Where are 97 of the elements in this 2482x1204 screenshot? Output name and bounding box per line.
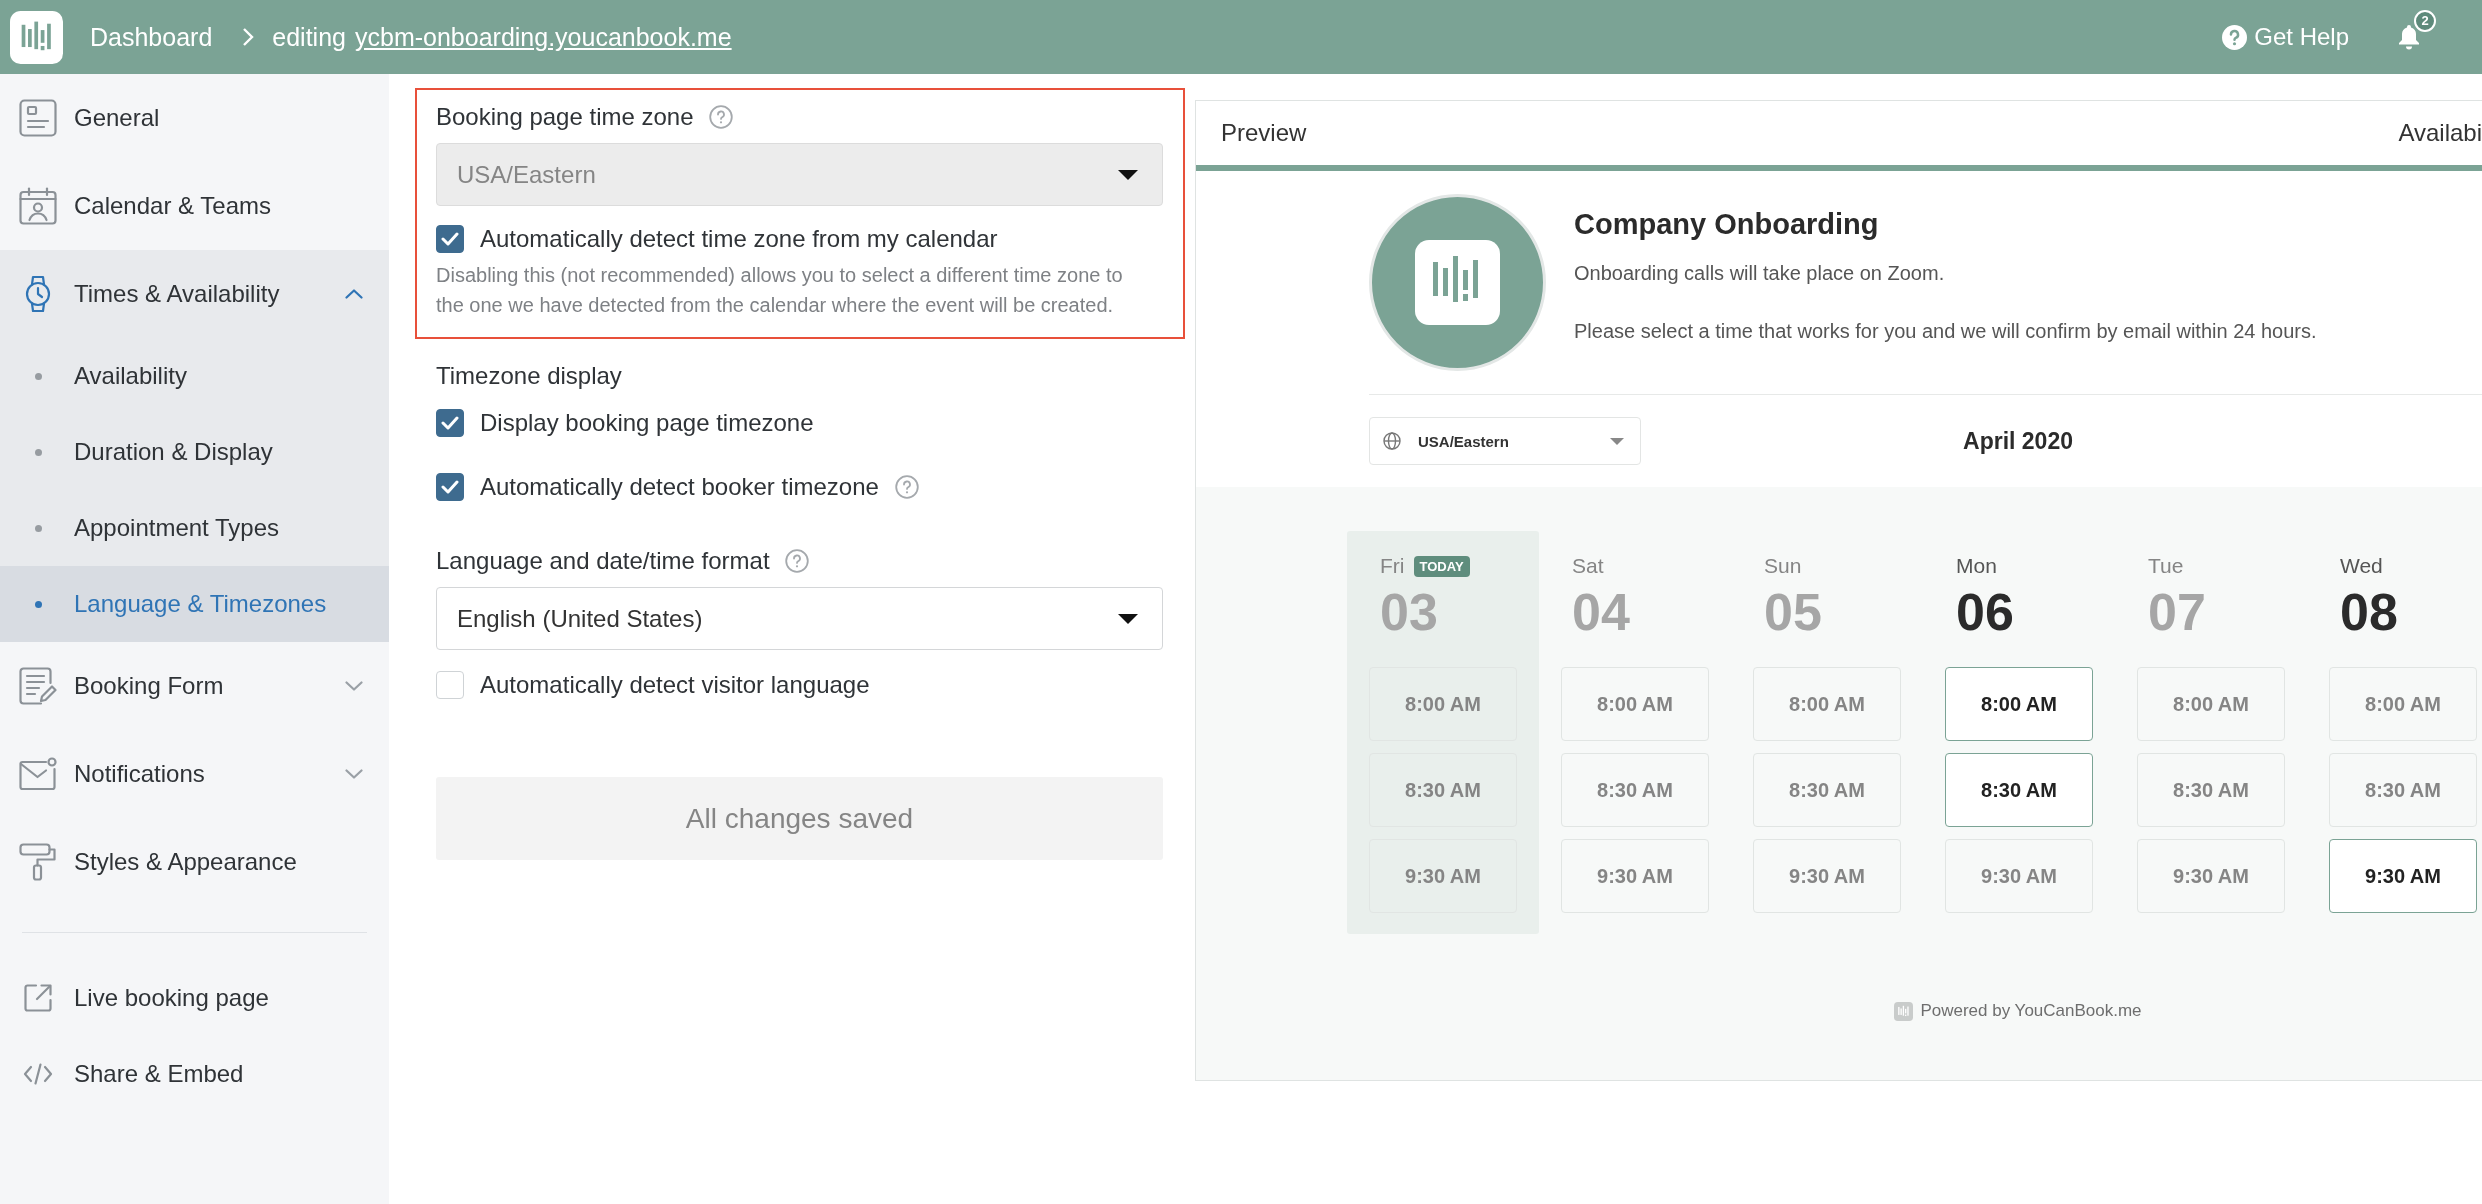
weekday-label: Sun [1764, 554, 1802, 578]
dashboard-link[interactable]: Dashboard [90, 22, 213, 52]
help-icon[interactable] [784, 549, 809, 573]
weekday-label: Sat [1572, 554, 1604, 578]
check-icon [441, 416, 459, 430]
language-select[interactable]: English (United States) [436, 587, 1163, 650]
checkbox[interactable] [436, 473, 464, 501]
sidebar-item[interactable]: Times & Availability [0, 250, 389, 338]
field-label: Language and date/time format [436, 546, 770, 576]
calendar-person-icon [19, 187, 57, 225]
sidebar-subitem[interactable]: Appointment Types [0, 490, 389, 566]
description-text: Please select a time that works for you and we will confirm by email within 24 hours. [1574, 319, 2317, 344]
get-help-button[interactable]: Get Help [2222, 22, 2349, 52]
checkbox[interactable] [436, 225, 464, 253]
hint-text: Disabling this (not recommended) allows you to select a different time zone to the one we have detected from the calendar where the event will be created. [436, 263, 1124, 318]
time-slot-button[interactable]: 8:30 AM [1753, 753, 1901, 827]
sidebar-subitem[interactable]: Duration & Display [0, 414, 389, 490]
time-slot-button[interactable]: 9:30 AM [2137, 839, 2285, 913]
checkbox-label[interactable]: Automatically detect visitor language [480, 670, 870, 700]
checkbox-label[interactable]: Automatically detect booker timezone [480, 472, 879, 502]
sidebar-link[interactable]: Share & Embed [0, 1036, 389, 1112]
envelope-icon [19, 757, 57, 791]
help-icon [2222, 24, 2248, 50]
logo-icon [10, 10, 63, 64]
description-text: Onboarding calls will take place on Zoom. [1574, 261, 1946, 286]
time-slot-button[interactable]: 8:00 AM [2137, 667, 2285, 741]
sidebar-item[interactable]: Calendar & Teams [0, 162, 389, 250]
sidebar-subitem[interactable]: Availability [0, 338, 389, 414]
time-slot-button[interactable]: 8:30 AM [2137, 753, 2285, 827]
sidebar-link[interactable]: Live booking page [0, 960, 389, 1036]
day-number: 03 [1380, 584, 1439, 640]
weekday-label: Tue [2148, 554, 2184, 578]
bullet-icon [35, 524, 42, 532]
booking-page-title: Company Onboarding [1574, 207, 1880, 242]
footer-logo-icon [1894, 1001, 1914, 1021]
time-slot-button[interactable]: 8:30 AM [1369, 753, 1517, 827]
help-icon[interactable] [894, 475, 919, 499]
time-slot-button[interactable]: 8:30 AM [1945, 753, 2093, 827]
time-slot-button[interactable]: 8:00 AM [1561, 667, 1709, 741]
bell-icon [2397, 24, 2421, 50]
time-slot-button[interactable]: 9:30 AM [1753, 839, 1901, 913]
check-icon [441, 232, 459, 246]
editing-label: editing [272, 22, 346, 52]
checkbox-label[interactable]: Display booking page timezone [480, 408, 814, 438]
day-number: 06 [1956, 584, 2015, 640]
sidebar-item[interactable]: Styles & Appearance [0, 818, 389, 906]
time-slot-button[interactable]: 9:30 AM [1945, 839, 2093, 913]
notification-count-badge: 2 [2414, 10, 2436, 32]
caret-down-icon [1118, 613, 1138, 624]
checkbox-label[interactable]: Automatically detect time zone from my calendar [480, 224, 998, 254]
field-label: Booking page time zone [436, 102, 694, 132]
external-link-icon [23, 983, 53, 1013]
time-slot-button[interactable]: 9:30 AM [1561, 839, 1709, 913]
powered-by-text: Powered by YouCanBook.me [1920, 1000, 2142, 1022]
time-slot-button[interactable]: 9:30 AM [1369, 839, 1517, 913]
help-icon[interactable] [708, 105, 733, 129]
day-number: 05 [1764, 584, 1823, 640]
weekday-label: Wed [2340, 554, 2383, 578]
sidebar-subitem[interactable]: Language & Timezones [0, 566, 389, 642]
chevron-right-icon [242, 27, 255, 47]
caret-down-icon [1118, 169, 1138, 180]
preview-tab[interactable]: Availabi [2398, 119, 2482, 147]
document-pencil-icon [19, 667, 57, 705]
avatar-logo-icon [1369, 194, 1546, 371]
code-icon [23, 1063, 53, 1085]
time-slot-button[interactable]: 8:00 AM [2329, 667, 2477, 741]
check-icon [441, 480, 459, 494]
time-slot-button[interactable]: 9:30 AM [2329, 839, 2477, 913]
weekday-label: Fri [1380, 554, 1405, 578]
time-slot-button[interactable]: 8:00 AM [1369, 667, 1517, 741]
watch-icon [25, 275, 51, 313]
sidebar-item[interactable]: General [0, 74, 389, 162]
page-link[interactable]: ycbm-onboarding.youcanbook.me [355, 22, 732, 52]
caret-down-icon [1610, 437, 1624, 445]
section-label: Timezone display [436, 361, 622, 391]
day-number: 08 [2340, 584, 2399, 640]
bullet-icon [35, 372, 42, 380]
today-badge: TODAY [1413, 555, 1470, 577]
bullet-icon [35, 448, 42, 456]
time-slot-button[interactable]: 8:30 AM [1561, 753, 1709, 827]
timezone-dropdown[interactable]: USA/Eastern [1369, 417, 1641, 465]
month-label: April 2020 [1963, 427, 2073, 455]
checkbox[interactable] [436, 409, 464, 437]
sidebar-item[interactable]: Booking Form [0, 642, 389, 730]
preview-title: Preview [1221, 119, 1307, 147]
weekday-label: Mon [1956, 554, 1997, 578]
day-number: 04 [1572, 584, 1631, 640]
bullet-icon [35, 600, 42, 608]
time-slot-button[interactable]: 8:30 AM [2329, 753, 2477, 827]
day-number: 07 [2148, 584, 2207, 640]
time-slot-button[interactable]: 8:00 AM [1753, 667, 1901, 741]
profile-card-icon [19, 99, 57, 137]
sidebar-item[interactable]: Notifications [0, 730, 389, 818]
notifications-button[interactable]: 2 [2397, 8, 2436, 50]
globe-icon [1383, 432, 1401, 450]
paint-roller-icon [19, 843, 57, 881]
time-slot-button[interactable]: 8:00 AM [1945, 667, 2093, 741]
